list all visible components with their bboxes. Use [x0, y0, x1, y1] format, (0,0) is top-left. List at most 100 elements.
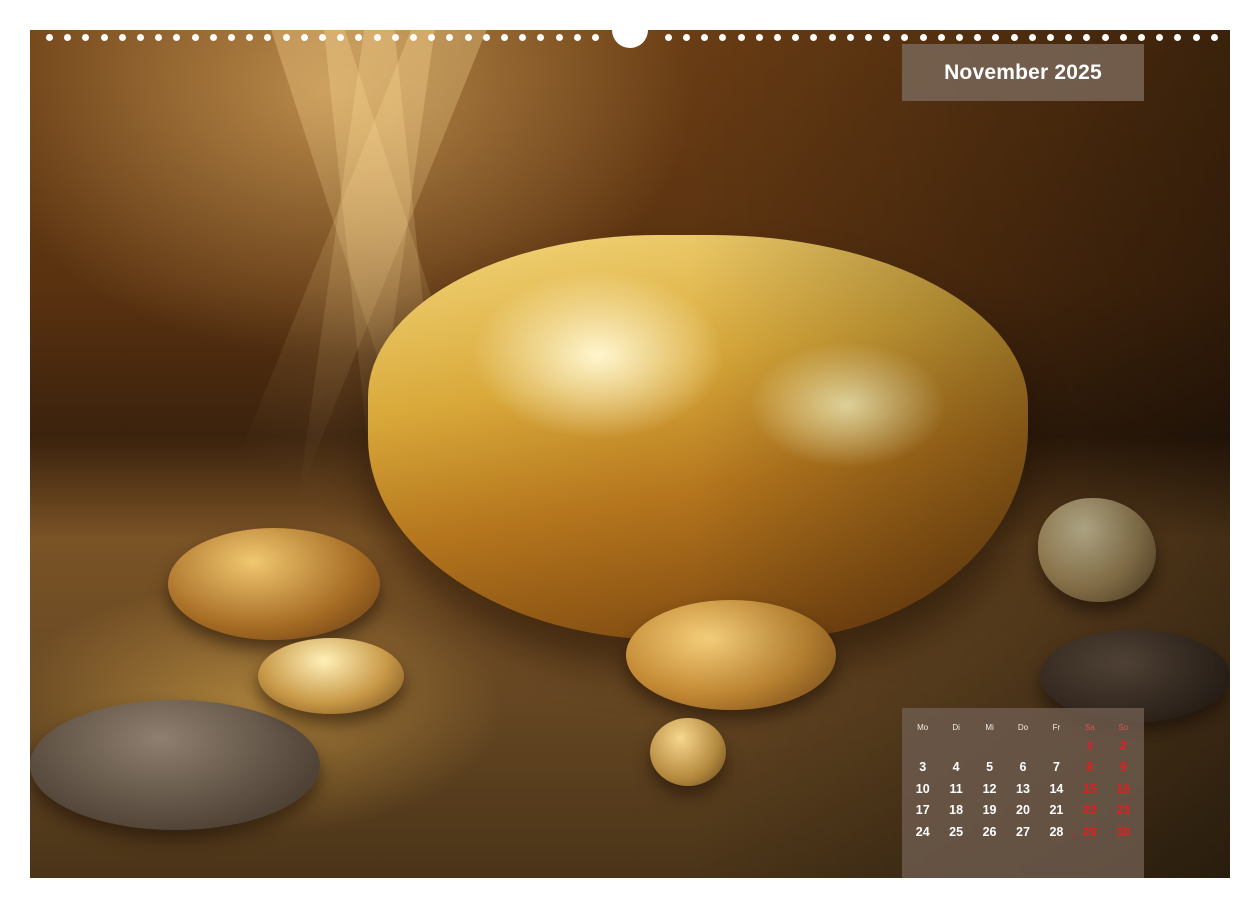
- binding-hole: [701, 34, 709, 41]
- binding-hole: [956, 34, 963, 41]
- calendar-day: 21: [1049, 803, 1064, 818]
- calendar-day: 27: [1016, 824, 1030, 839]
- binding-hole: [683, 34, 690, 41]
- binding-hole: [519, 34, 527, 41]
- calendar-day: 15: [1082, 781, 1097, 796]
- gold-pebble: [258, 638, 404, 714]
- binding-hole: [1101, 34, 1109, 41]
- grey-stone: [30, 700, 320, 830]
- weekday-label: Do: [1017, 723, 1029, 732]
- binding-hole: [1119, 34, 1127, 41]
- binding-hole: [828, 34, 836, 41]
- binding-hole: [901, 34, 909, 41]
- calendar-day: 5: [986, 760, 994, 775]
- light-ray: [261, 30, 489, 496]
- binding-hole: [1192, 34, 1200, 41]
- light-ray: [320, 30, 445, 511]
- binding-hole: [300, 34, 308, 41]
- binding-hole: [410, 34, 417, 41]
- month-calendar: Mo Di Mi Do Fr Sa So 1 2 3 4 5 6 7 8 9 10 11 12 13 14 15 16 17 1…: [902, 708, 1144, 878]
- light-ray: [297, 30, 440, 510]
- binding-hole: [810, 34, 818, 41]
- binding-hole: [774, 34, 781, 41]
- binding-hole: [46, 34, 53, 41]
- weekday-label: So: [1118, 723, 1129, 732]
- calendar-day: 19: [982, 803, 997, 818]
- binding-hole: [1047, 34, 1054, 41]
- calendar-day: [1006, 736, 1039, 757]
- gold-pebble: [626, 600, 836, 710]
- binding-hole: [919, 34, 927, 41]
- binding-hole: [464, 34, 472, 41]
- binding-hole: [319, 34, 326, 41]
- month-title-box: November 2025: [902, 44, 1144, 101]
- calendar-day: 2: [1119, 739, 1127, 753]
- binding-hole: [737, 34, 745, 41]
- binding-hole: [1210, 34, 1218, 41]
- calendar-day: 24: [915, 824, 930, 839]
- calendar-day: [939, 736, 972, 757]
- binding-hole: [1174, 34, 1182, 41]
- binding-hole: [264, 34, 272, 41]
- calendar-grid: Mo Di Mi Do Fr Sa So 1 2 3 4 5 6 7 8 9 10 11 12 13 14 15 16 17 1…: [906, 720, 1140, 843]
- gold-pebble: [1038, 498, 1156, 602]
- weekday-label: Mi: [985, 723, 994, 732]
- calendar-day: 25: [949, 824, 964, 839]
- gold-pebble: [650, 718, 726, 786]
- binding-hole: [974, 34, 982, 41]
- binding-hole: [137, 34, 144, 41]
- binding-hole: [209, 34, 217, 41]
- binding-hole: [191, 34, 199, 41]
- binding-hole: [555, 34, 563, 41]
- gold-pebble: [168, 528, 380, 640]
- binding-hole: [1065, 34, 1073, 41]
- binding-hole: [755, 34, 763, 41]
- calendar-day: 28: [1049, 824, 1064, 839]
- calendar-day: 29: [1082, 824, 1097, 839]
- binding-hole: [337, 34, 345, 41]
- binding-hole: [118, 34, 126, 41]
- calendar-day: 7: [1052, 760, 1060, 775]
- light-ray: [237, 30, 498, 486]
- calendar-day: 3: [919, 760, 927, 775]
- calendar-day: 26: [982, 824, 997, 839]
- binding-hole: [282, 34, 290, 41]
- binding-hole: [719, 34, 727, 41]
- calendar-day: 10: [915, 781, 930, 796]
- calendar-day: 18: [949, 803, 964, 818]
- binding-hole: [100, 34, 108, 41]
- calendar-day: 23: [1116, 803, 1131, 818]
- calendar-day: [1040, 736, 1073, 757]
- weekday-label: Fr: [1052, 723, 1061, 732]
- binding-hole: [846, 34, 854, 41]
- binding-hole: [537, 34, 545, 41]
- calendar-day: [973, 736, 1006, 757]
- binding-hole: [64, 34, 72, 41]
- binding-hole: [482, 34, 490, 41]
- calendar-day: 14: [1049, 781, 1064, 796]
- calendar-day: 20: [1016, 803, 1030, 818]
- weekday-label: Sa: [1084, 723, 1095, 732]
- binding-hole: [428, 34, 436, 41]
- binding-hole: [1028, 34, 1036, 41]
- binding-hole: [355, 34, 363, 41]
- binding-hole: [992, 34, 1000, 41]
- binding-hole: [937, 34, 945, 41]
- binding-hole: [664, 34, 672, 41]
- binding-hole: [173, 34, 181, 41]
- floor-glow: [30, 410, 730, 878]
- calendar-day: 8: [1086, 760, 1094, 775]
- binding-hole: [883, 34, 891, 41]
- calendar-day: 6: [1019, 760, 1027, 775]
- binding-hole: [501, 34, 508, 41]
- binding-hole: [228, 34, 235, 41]
- binding-hole: [865, 34, 872, 41]
- binding-hole: [592, 34, 599, 41]
- binding-hole: [155, 34, 163, 41]
- month-title: November 2025: [944, 60, 1102, 84]
- calendar-day: 4: [952, 760, 960, 775]
- calendar-day: 16: [1116, 781, 1131, 796]
- binding-hole: [373, 34, 381, 41]
- binding-hole: [446, 34, 454, 41]
- binding-hole: [1138, 34, 1145, 41]
